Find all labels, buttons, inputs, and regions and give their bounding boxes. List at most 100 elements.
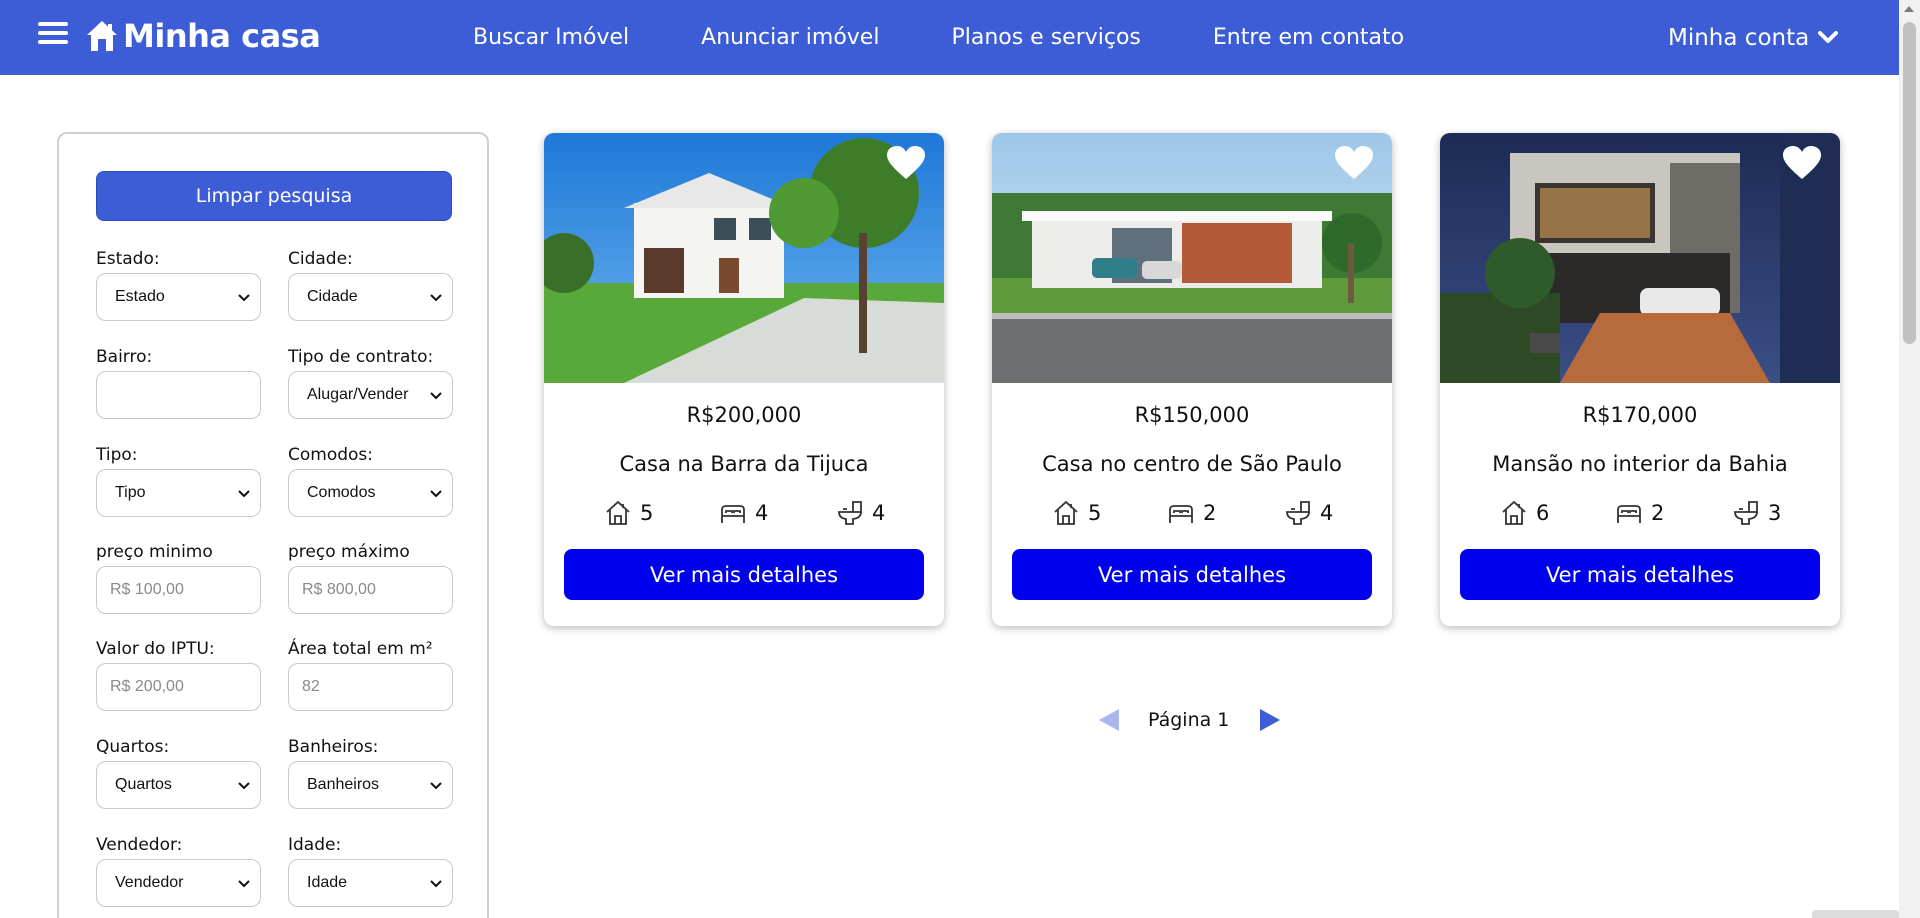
- house-icon: [87, 21, 117, 51]
- preco-max-input[interactable]: R$ 800,00: [288, 566, 453, 614]
- chevron-down-icon: [238, 782, 250, 790]
- nav-anunciar-imovel[interactable]: Anunciar imóvel: [701, 25, 879, 50]
- bairro-label: Bairro:: [96, 347, 153, 367]
- rooms-icon: [606, 500, 630, 525]
- brand-name: Minha casa: [123, 17, 321, 55]
- listing-title: Casa na Barra da Tijuca: [619, 452, 869, 476]
- listing-price: R$170,000: [1582, 403, 1698, 427]
- vendedor-value: Vendedor: [115, 874, 184, 891]
- listing-price: R$150,000: [1134, 403, 1250, 427]
- bed-icon: [1617, 505, 1641, 523]
- vendedor-field: Vendedor: Vendedor: [96, 834, 261, 907]
- nav-buscar-imovel[interactable]: Buscar Imóvel: [473, 25, 629, 50]
- feature-beds: 4: [719, 496, 768, 530]
- preco-min-field: preço minimo R$ 100,00: [96, 541, 261, 614]
- listing-features: 5 2 4: [992, 496, 1392, 530]
- contrato-select[interactable]: Alugar/Vender: [288, 371, 453, 419]
- feature-rooms: 5: [604, 496, 653, 530]
- feature-rooms: 5: [1052, 496, 1101, 530]
- estado-value: Estado: [115, 288, 165, 305]
- bairro-field: Bairro:: [96, 346, 261, 419]
- chevron-down-icon: [430, 782, 442, 790]
- bed-icon: [1169, 505, 1193, 523]
- vendedor-label: Vendedor:: [96, 835, 183, 855]
- estado-field: Estado: Estado: [96, 248, 261, 321]
- rooms-count: 6: [1536, 501, 1550, 525]
- rooms-count: 5: [640, 501, 654, 525]
- chevron-down-icon: [430, 880, 442, 888]
- quartos-label: Quartos:: [96, 737, 170, 757]
- comodos-select[interactable]: Comodos: [288, 469, 453, 517]
- iptu-input[interactable]: R$ 200,00: [96, 663, 261, 711]
- heart-icon[interactable]: [1334, 145, 1374, 181]
- scroll-up-icon[interactable]: [1904, 6, 1914, 12]
- horizontal-scroll-hint: [1812, 910, 1899, 918]
- arrow-left-icon[interactable]: [1098, 708, 1120, 732]
- bed-icon: [721, 505, 745, 523]
- listing-title: Casa no centro de São Paulo: [1042, 452, 1342, 476]
- idade-select[interactable]: Idade: [288, 859, 453, 907]
- banheiros-label: Banheiros:: [288, 737, 379, 757]
- cidade-value: Cidade: [307, 288, 358, 305]
- cidade-select[interactable]: Cidade: [288, 273, 453, 321]
- banheiros-select[interactable]: Banheiros: [288, 761, 453, 809]
- tipo-field: Tipo: Tipo: [96, 444, 261, 517]
- listing-card[interactable]: R$170,000 Mansão no interior da Bahia 6 …: [1440, 133, 1840, 626]
- brand-logo[interactable]: Minha casa: [85, 16, 321, 56]
- heart-icon[interactable]: [886, 145, 926, 181]
- cidade-field: Cidade: Cidade: [288, 248, 453, 321]
- comodos-value: Comodos: [307, 484, 376, 501]
- quartos-select[interactable]: Quartos: [96, 761, 261, 809]
- preco-min-input[interactable]: R$ 100,00: [96, 566, 261, 614]
- feature-baths: 4: [836, 496, 885, 530]
- pagination: Página 1: [1098, 703, 1281, 737]
- vendedor-select[interactable]: Vendedor: [96, 859, 261, 907]
- heart-icon[interactable]: [1782, 145, 1822, 181]
- preco-max-label: preço máximo: [288, 542, 410, 562]
- view-details-button[interactable]: Ver mais detalhes: [564, 549, 924, 600]
- chevron-down-icon: [430, 392, 442, 400]
- account-label: Minha conta: [1668, 24, 1810, 51]
- area-input[interactable]: 82: [288, 663, 453, 711]
- listing-photo[interactable]: [992, 133, 1392, 383]
- clear-search-button[interactable]: Limpar pesquisa: [96, 171, 452, 221]
- feature-beds: 2: [1167, 496, 1216, 530]
- rooms-icon: [1502, 500, 1526, 525]
- iptu-field: Valor do IPTU: R$ 200,00: [96, 638, 261, 711]
- page-indicator: Página 1: [1148, 709, 1230, 731]
- beds-count: 4: [755, 501, 769, 525]
- chevron-down-icon: [430, 490, 442, 498]
- rooms-count: 5: [1088, 501, 1102, 525]
- toilet-icon: [1734, 501, 1758, 525]
- listing-card[interactable]: R$150,000 Casa no centro de São Paulo 5 …: [992, 133, 1392, 626]
- bairro-input[interactable]: [96, 371, 261, 419]
- feature-beds: 2: [1615, 496, 1664, 530]
- feature-baths: 3: [1732, 496, 1781, 530]
- listing-features: 6 2 3: [1440, 496, 1840, 530]
- nav-planos-servicos[interactable]: Planos e serviços: [951, 25, 1140, 50]
- menu-icon[interactable]: [38, 22, 68, 48]
- iptu-label: Valor do IPTU:: [96, 639, 215, 659]
- baths-count: 3: [1768, 501, 1782, 525]
- arrow-right-icon[interactable]: [1259, 708, 1281, 732]
- listing-card[interactable]: R$200,000 Casa na Barra da Tijuca 5 4 4 …: [544, 133, 944, 626]
- view-details-button[interactable]: Ver mais detalhes: [1012, 549, 1372, 600]
- account-menu[interactable]: Minha conta: [1668, 0, 1839, 75]
- vertical-scrollbar[interactable]: [1899, 0, 1920, 918]
- toilet-icon: [838, 501, 862, 525]
- scrollbar-thumb[interactable]: [1903, 22, 1916, 344]
- nav-contato[interactable]: Entre em contato: [1213, 25, 1404, 50]
- view-details-button[interactable]: Ver mais detalhes: [1460, 549, 1820, 600]
- listing-photo[interactable]: [544, 133, 944, 383]
- tipo-label: Tipo:: [96, 445, 138, 465]
- baths-count: 4: [872, 501, 886, 525]
- tipo-select[interactable]: Tipo: [96, 469, 261, 517]
- contrato-label: Tipo de contrato:: [288, 347, 434, 367]
- estado-select[interactable]: Estado: [96, 273, 261, 321]
- area-label: Área total em m²: [288, 639, 433, 659]
- rooms-icon: [1054, 500, 1078, 525]
- cidade-label: Cidade:: [288, 249, 353, 269]
- listing-photo[interactable]: [1440, 133, 1840, 383]
- feature-baths: 4: [1284, 496, 1333, 530]
- tipo-value: Tipo: [115, 484, 146, 501]
